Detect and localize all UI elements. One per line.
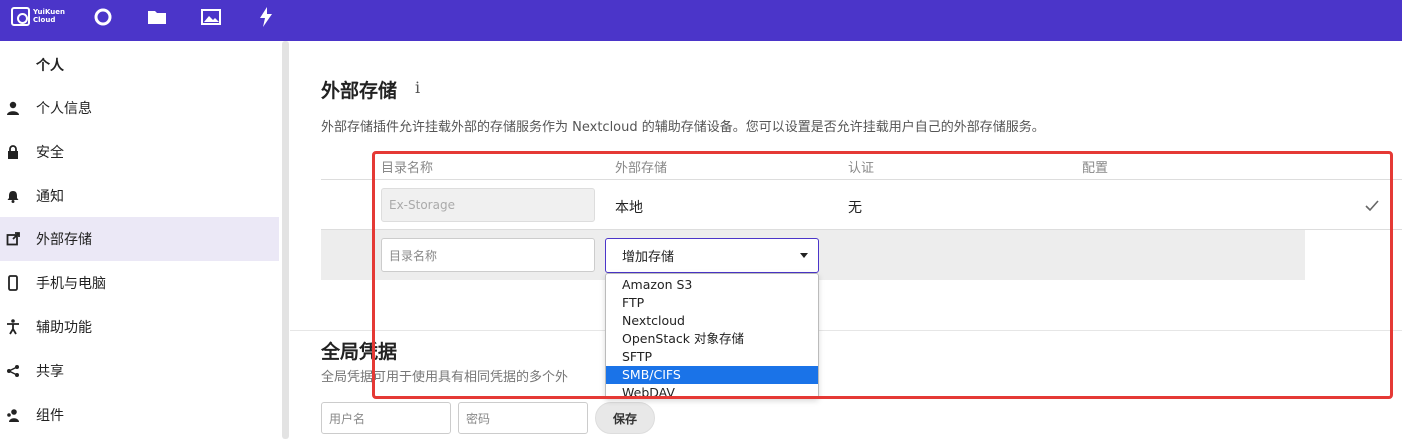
sidebar-item-label: 个人信息 bbox=[36, 101, 92, 117]
accessibility-icon bbox=[5, 319, 21, 335]
logo-mark bbox=[11, 7, 30, 26]
app-logo[interactable]: YuiKuen Cloud bbox=[11, 7, 65, 29]
new-folder-name-input[interactable]: 目录名称 bbox=[381, 238, 595, 272]
logo-text: YuiKuen Cloud bbox=[33, 8, 65, 24]
storage-option[interactable]: Nextcloud bbox=[606, 312, 818, 330]
sidebar-item-label: 通知 bbox=[36, 189, 64, 205]
folder-icon[interactable] bbox=[147, 7, 167, 27]
share-icon bbox=[5, 363, 21, 379]
column-header-configuration: 配置 bbox=[1082, 161, 1109, 176]
sidebar-item-label: 手机与电脑 bbox=[36, 276, 106, 292]
sidebar-item-personal-info[interactable]: 个人信息 bbox=[0, 86, 279, 130]
sidebar-item-groupware[interactable]: 组件 bbox=[0, 393, 279, 437]
page-title: 外部存储 bbox=[321, 80, 398, 102]
sidebar-item-label: 外部存储 bbox=[36, 232, 92, 248]
column-header-authentication: 认证 bbox=[848, 161, 875, 176]
storage-option[interactable]: OpenStack 对象存储 bbox=[606, 330, 818, 348]
chevron-down-icon bbox=[800, 253, 808, 258]
column-header-folder-name: 目录名称 bbox=[381, 161, 434, 176]
circle-icon[interactable] bbox=[93, 7, 113, 27]
add-storage-select[interactable]: 增加存储 bbox=[605, 238, 819, 273]
sidebar-item-label: 辅助功能 bbox=[36, 320, 92, 336]
global-credentials-title: 全局凭据 bbox=[321, 341, 398, 363]
sidebar-item-devices[interactable]: 手机与电脑 bbox=[0, 261, 279, 305]
global-credentials-description: 全局凭据可用于使用具有相同凭据的多个外 bbox=[321, 370, 569, 385]
image-icon[interactable] bbox=[201, 7, 221, 27]
sidebar-item-label: 组件 bbox=[36, 408, 64, 424]
storage-options-dropdown: Amazon S3 FTP Nextcloud OpenStack 对象存储 S… bbox=[605, 273, 819, 402]
sidebar-item-accessibility[interactable]: 辅助功能 bbox=[0, 305, 279, 349]
storage-type-value: 本地 bbox=[615, 200, 643, 216]
lightning-icon[interactable] bbox=[256, 7, 276, 27]
bell-icon bbox=[5, 188, 21, 204]
sidebar-item-security[interactable]: 安全 bbox=[0, 130, 279, 174]
settings-sidebar: 个人 个人信息 安全 通知 外部存储 手机与电脑 辅助功能 共享 组件 bbox=[0, 41, 280, 439]
storage-option-highlighted[interactable]: SMB/CIFS bbox=[606, 366, 818, 384]
info-icon[interactable]: i bbox=[415, 78, 420, 97]
sidebar-item-notifications[interactable]: 通知 bbox=[0, 174, 279, 218]
top-navigation-bar: YuiKuen Cloud bbox=[0, 0, 1402, 41]
sidebar-item-label: 共享 bbox=[36, 364, 64, 380]
group-icon bbox=[5, 407, 21, 423]
auth-value: 无 bbox=[848, 200, 862, 216]
external-link-icon bbox=[5, 231, 21, 247]
save-button[interactable]: 保存 bbox=[595, 402, 655, 434]
sidebar-scrollbar[interactable] bbox=[282, 41, 289, 439]
main-content: 外部存储 i 外部存储插件允许挂载外部的存储服务作为 Nextcloud 的辅助… bbox=[290, 41, 1402, 439]
password-input[interactable]: 密码 bbox=[458, 402, 588, 434]
section-description: 外部存储插件允许挂载外部的存储服务作为 Nextcloud 的辅助存储设备。您可… bbox=[321, 120, 1045, 135]
column-header-external-storage: 外部存储 bbox=[615, 161, 668, 176]
sidebar-section-title: 个人 bbox=[36, 58, 64, 74]
sidebar-item-label: 安全 bbox=[36, 145, 64, 161]
sidebar-item-external-storage[interactable]: 外部存储 bbox=[0, 217, 279, 261]
lock-icon bbox=[5, 144, 21, 160]
checkmark-icon bbox=[1365, 197, 1379, 216]
phone-icon bbox=[5, 275, 21, 291]
storage-option[interactable]: Amazon S3 bbox=[606, 276, 818, 294]
person-icon bbox=[5, 100, 21, 116]
folder-name-field: Ex-Storage bbox=[381, 188, 595, 222]
sidebar-item-sharing[interactable]: 共享 bbox=[0, 349, 279, 393]
add-storage-select-value: 增加存储 bbox=[622, 250, 675, 265]
storage-option[interactable]: FTP bbox=[606, 294, 818, 312]
table-header-divider bbox=[321, 179, 1402, 180]
storage-option[interactable]: WebDAV bbox=[606, 384, 818, 402]
username-input[interactable]: 用户名 bbox=[321, 402, 451, 434]
section-divider bbox=[290, 330, 1402, 331]
storage-option[interactable]: SFTP bbox=[606, 348, 818, 366]
